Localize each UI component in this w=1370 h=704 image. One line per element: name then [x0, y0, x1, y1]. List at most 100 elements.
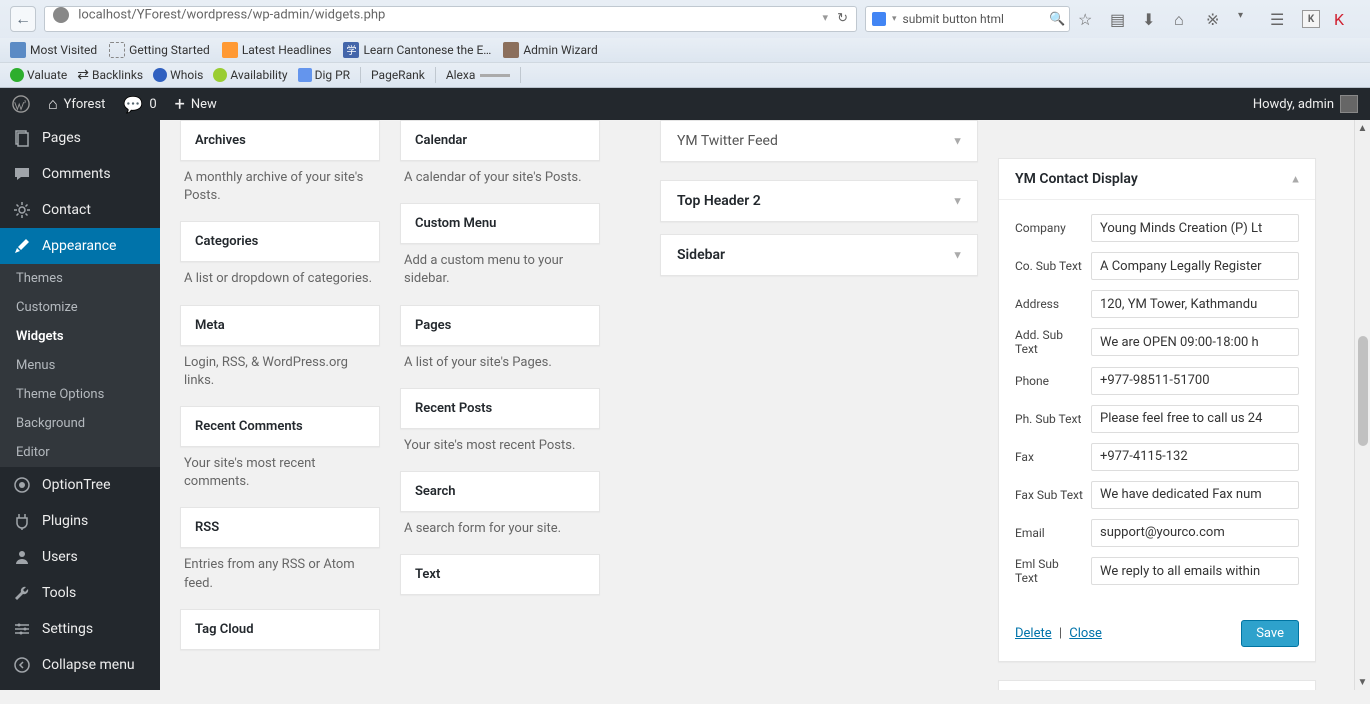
input-fax-sub-text[interactable] — [1091, 481, 1299, 509]
widget-description: Your site's most recent comments. — [180, 447, 380, 507]
save-button[interactable]: Save — [1241, 620, 1299, 647]
sidebar-ym-twitter[interactable]: YM Twitter Feed▼ — [660, 120, 978, 162]
input-co-sub-text[interactable] — [1091, 252, 1299, 280]
menu-appearance[interactable]: Appearance — [0, 228, 160, 264]
plugin-toolbar-icon[interactable]: ※ — [1206, 10, 1224, 28]
widget-recent-comments[interactable]: Recent Comments — [180, 406, 380, 447]
kaspersky-icon[interactable]: K — [1334, 10, 1352, 28]
sidebar-footer-3[interactable]: Footer 3▼ — [998, 680, 1316, 690]
bookmark-admin-wizard[interactable]: Admin Wizard — [503, 42, 597, 58]
widget-pages[interactable]: Pages — [400, 305, 600, 346]
widget-custom-menu[interactable]: Custom Menu — [400, 203, 600, 244]
delete-link[interactable]: Delete — [1015, 626, 1052, 641]
scroll-up-icon[interactable]: ▲ — [1355, 120, 1370, 136]
submenu-background[interactable]: Background — [0, 409, 160, 438]
bookmark-cantonese[interactable]: 学Learn Cantonese the E… — [343, 42, 491, 58]
home-icon[interactable]: ⌂ — [1174, 10, 1192, 28]
tool-backlinks[interactable]: ⇄Backlinks — [77, 67, 143, 83]
menu-optiontree[interactable]: OptionTree — [0, 467, 160, 503]
menu-pages[interactable]: Pages — [0, 120, 160, 156]
scrollbar[interactable]: ▲ ▼ — [1354, 120, 1370, 690]
chevron-down-icon[interactable]: ▼ — [952, 195, 963, 208]
input-email[interactable] — [1091, 519, 1299, 547]
back-button[interactable]: ← — [10, 6, 36, 32]
site-link[interactable]: ⌂Yforest — [48, 94, 105, 114]
new-link[interactable]: +New — [175, 94, 217, 115]
admin-sidebar: Pages Comments Contact Appearance Themes… — [0, 120, 160, 690]
widget-archives[interactable]: Archives — [180, 120, 380, 161]
reload-icon[interactable]: ↻ — [837, 11, 848, 26]
search-engine-box[interactable]: ▾ submit button html 🔍 — [865, 6, 1070, 32]
download-icon[interactable]: ⬇ — [1142, 10, 1160, 28]
address-bar[interactable]: localhost/YForest/wordpress/wp-admin/wid… — [44, 6, 857, 32]
scroll-down-icon[interactable]: ▼ — [1355, 674, 1370, 690]
wp-admin-bar: ⌂Yforest 💬0 +New Howdy, admin — [0, 88, 1370, 120]
widget-search[interactable]: Search — [400, 471, 600, 512]
widget-tag-cloud[interactable]: Tag Cloud — [180, 609, 380, 650]
menu-collapse[interactable]: Collapse menu — [0, 647, 160, 683]
widget-meta[interactable]: Meta — [180, 305, 380, 346]
widget-calendar[interactable]: Calendar — [400, 120, 600, 161]
input-phone[interactable] — [1091, 367, 1299, 395]
menu-users[interactable]: Users — [0, 539, 160, 575]
search-engine-dropdown-icon[interactable]: ▾ — [892, 14, 897, 24]
scroll-thumb[interactable] — [1358, 336, 1368, 446]
search-go-icon[interactable]: 🔍 — [1049, 12, 1063, 26]
tool-availability[interactable]: Availability — [213, 68, 287, 82]
tool-whois[interactable]: Whois — [153, 68, 203, 82]
submenu-menus[interactable]: Menus — [0, 351, 160, 380]
bookmark-getting-started[interactable]: Getting Started — [109, 42, 210, 58]
panel-header[interactable]: YM Contact Display▲ — [999, 159, 1315, 200]
submenu-themes[interactable]: Themes — [0, 264, 160, 293]
submenu-theme-options[interactable]: Theme Options — [0, 380, 160, 409]
tool-dig-pr[interactable]: Dig PR — [298, 68, 350, 82]
menu-contact[interactable]: Contact — [0, 192, 160, 228]
plugin-dropdown-icon[interactable]: ▾ — [1238, 10, 1256, 28]
widget-rss[interactable]: RSS — [180, 507, 380, 548]
input-add-sub-text[interactable] — [1091, 328, 1299, 356]
menu-settings[interactable]: Settings — [0, 611, 160, 647]
submenu-editor[interactable]: Editor — [0, 438, 160, 467]
bookmark-most-visited[interactable]: Most Visited — [10, 42, 97, 58]
globe-icon — [53, 7, 69, 23]
tool-valuate[interactable]: Valuate — [10, 68, 67, 82]
submenu-customize[interactable]: Customize — [0, 293, 160, 322]
reader-icon[interactable]: ▤ — [1110, 10, 1128, 28]
menu-icon[interactable]: ☰ — [1270, 10, 1288, 28]
input-address[interactable] — [1091, 290, 1299, 318]
input-ph-sub-text[interactable] — [1091, 405, 1299, 433]
plus-icon: + — [175, 94, 185, 115]
dig-icon — [298, 68, 312, 82]
widget-text[interactable]: Text — [400, 554, 600, 595]
seo-tools-bar: Valuate ⇄Backlinks Whois Availability Di… — [0, 62, 1370, 87]
input-fax[interactable] — [1091, 443, 1299, 471]
widget-categories[interactable]: Categories — [180, 221, 380, 262]
rss-icon — [222, 42, 238, 58]
comments-link[interactable]: 💬0 — [123, 95, 156, 114]
user-greeting[interactable]: Howdy, admin — [1253, 95, 1358, 113]
sidebar-top-header-2[interactable]: Top Header 2▼ — [660, 180, 978, 222]
k-icon[interactable]: K — [1302, 10, 1320, 28]
widget-description: A calendar of your site's Posts. — [400, 161, 600, 203]
submenu-widgets[interactable]: Widgets — [0, 322, 160, 351]
menu-tools[interactable]: Tools — [0, 575, 160, 611]
input-company[interactable] — [1091, 214, 1299, 242]
input-eml-sub-text[interactable] — [1091, 557, 1299, 585]
tool-alexa[interactable]: Alexa — [446, 68, 511, 82]
widgets-content: ArchivesA monthly archive of your site's… — [160, 120, 1370, 690]
chevron-up-icon[interactable]: ▲ — [1290, 173, 1301, 186]
bookmark-latest-headlines[interactable]: Latest Headlines — [222, 42, 332, 58]
widget-recent-posts[interactable]: Recent Posts — [400, 388, 600, 429]
widget-title: Categories — [181, 222, 379, 261]
bookmark-icon: 学 — [343, 42, 359, 58]
chevron-down-icon[interactable]: ▼ — [952, 135, 963, 148]
star-icon[interactable]: ☆ — [1078, 10, 1096, 28]
menu-comments[interactable]: Comments — [0, 156, 160, 192]
tool-pagerank[interactable]: PageRank — [371, 68, 425, 82]
close-link[interactable]: Close — [1069, 626, 1102, 641]
wp-logo[interactable] — [12, 95, 30, 113]
dropdown-icon[interactable]: ▾ — [822, 11, 828, 24]
chevron-down-icon[interactable]: ▼ — [952, 249, 963, 262]
sidebar-sidebar[interactable]: Sidebar▼ — [660, 234, 978, 276]
menu-plugins[interactable]: Plugins — [0, 503, 160, 539]
